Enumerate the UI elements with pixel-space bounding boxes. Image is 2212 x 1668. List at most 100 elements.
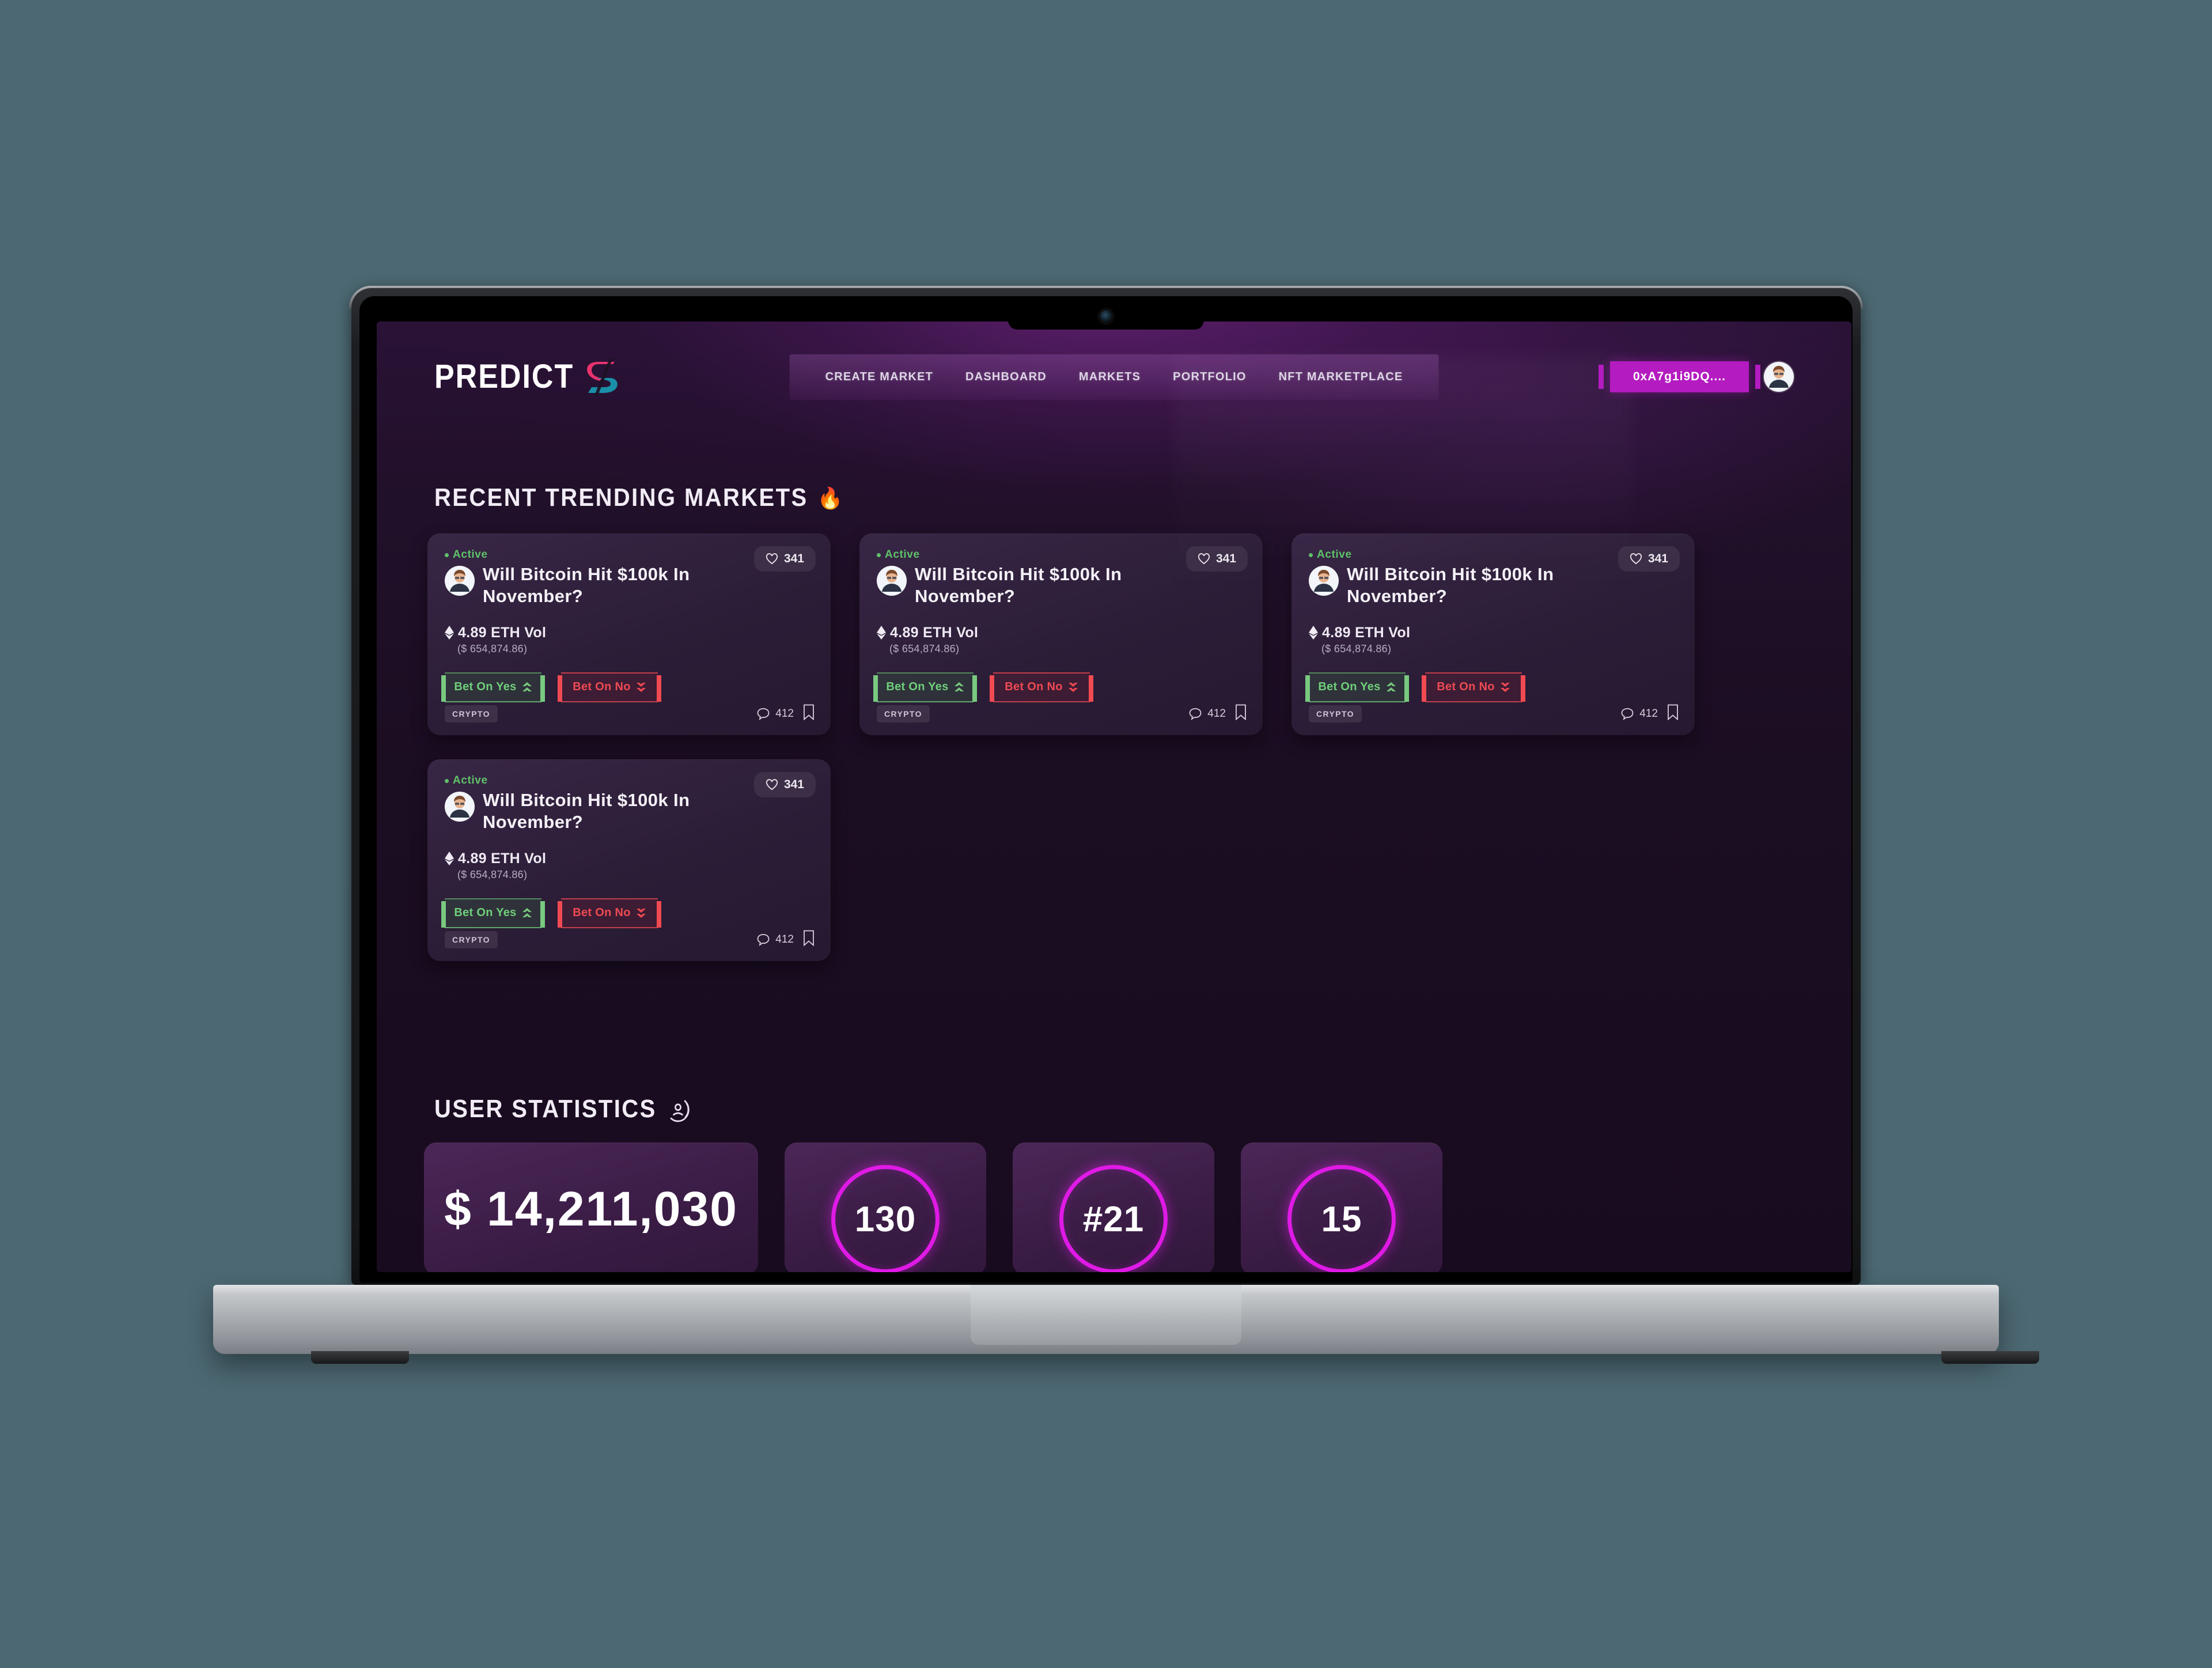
stat-markets-count: 130	[785, 1143, 986, 1272]
comment-count[interactable]: 412	[756, 933, 794, 947]
laptop-device: PREDICT CREATE MARKET DASHBOARD MARKETS …	[213, 286, 2039, 1364]
like-count: 341	[783, 778, 804, 791]
market-footer-actions: 412	[1188, 704, 1247, 724]
bet-on-yes-button[interactable]: Bet On Yes	[441, 672, 545, 702]
comment-count[interactable]: 412	[1620, 707, 1658, 721]
market-title: Will Bitcoin Hit $100k In November?	[1347, 564, 1554, 606]
markets-count-value: 130	[854, 1199, 916, 1239]
bet-on-yes-label: Bet On Yes	[1318, 680, 1381, 694]
bet-on-no-button[interactable]: Bet On No	[990, 672, 1093, 702]
laptop-foot-left	[311, 1351, 409, 1364]
nav-item-portfolio[interactable]: PORTFOLIO	[1157, 366, 1262, 388]
bookmark-icon[interactable]	[1667, 704, 1679, 724]
like-badge[interactable]: 341	[1618, 546, 1680, 572]
chevron-down-icon	[636, 907, 646, 919]
bet-on-yes-button[interactable]: Bet On Yes	[441, 898, 545, 928]
market-volume-eth-value: 4.89 ETH Vol	[1322, 624, 1411, 641]
bookmark-icon[interactable]	[803, 704, 815, 724]
bet-on-no-button[interactable]: Bet On No	[558, 898, 661, 928]
bet-button-row: Bet On Yes Bet On No	[441, 898, 813, 928]
bookmark-icon[interactable]	[803, 930, 815, 950]
total-volume-value: $ 14,211,030	[444, 1181, 738, 1236]
chevron-up-icon	[522, 682, 532, 693]
bet-on-yes-button[interactable]: Bet On Yes	[1305, 672, 1409, 702]
market-volume-block: 4.89 ETH Vol ($ 654,874.86)	[445, 850, 813, 881]
like-badge[interactable]: 341	[753, 546, 816, 572]
market-category-tag[interactable]: CRYPTO	[877, 705, 930, 723]
chevron-down-icon	[636, 682, 646, 693]
chevron-down-icon	[1068, 682, 1078, 693]
bet-on-yes-label: Bet On Yes	[886, 680, 949, 694]
bet-button-row: Bet On Yes Bet On No	[1305, 672, 1677, 702]
user-avatar[interactable]	[1764, 362, 1794, 392]
like-badge[interactable]: 341	[1185, 546, 1248, 572]
market-category-tag[interactable]: CRYPTO	[445, 931, 498, 948]
nav-item-dashboard[interactable]: DASHBOARD	[949, 366, 1063, 388]
status-dot-icon	[445, 778, 449, 783]
markets-count-ring: 130	[831, 1165, 940, 1272]
like-badge[interactable]: 341	[753, 772, 816, 797]
market-status-label: Active	[885, 549, 920, 561]
market-card[interactable]: Active Will Bitcoin Hit $100k In Novembe…	[859, 534, 1263, 735]
status-dot-icon	[445, 553, 449, 557]
market-card-footer: CRYPTO 412	[1309, 704, 1679, 724]
comment-count[interactable]: 412	[756, 707, 794, 721]
bet-on-yes-button[interactable]: Bet On Yes	[873, 672, 977, 702]
market-category-tag[interactable]: CRYPTO	[1309, 705, 1362, 723]
bet-button-row: Bet On Yes Bet On No	[873, 672, 1245, 702]
bet-on-no-label: Bet On No	[573, 906, 631, 920]
laptop-lid: PREDICT CREATE MARKET DASHBOARD MARKETS …	[351, 288, 1861, 1285]
app-page: PREDICT CREATE MARKET DASHBOARD MARKETS …	[377, 322, 1851, 1272]
comment-count[interactable]: 412	[1188, 707, 1226, 721]
market-status-label: Active	[453, 549, 488, 561]
laptop-foot-right	[1941, 1351, 2039, 1364]
market-card-footer: CRYPTO 412	[877, 704, 1247, 724]
market-volume-eth-value: 4.89 ETH Vol	[890, 624, 979, 641]
stat-rank: #21	[1013, 1143, 1214, 1272]
bookmark-icon[interactable]	[1235, 704, 1247, 724]
market-title: Will Bitcoin Hit $100k In November?	[483, 790, 690, 832]
market-volume-usd: ($ 654,874.86)	[457, 868, 528, 880]
market-card[interactable]: Active Will Bitcoin Hit $100k In Novembe…	[1291, 534, 1695, 735]
rank-ring: #21	[1059, 1165, 1168, 1272]
rank-value: #21	[1082, 1199, 1145, 1239]
market-volume-usd: ($ 654,874.86)	[457, 642, 528, 655]
badges-value: 15	[1321, 1199, 1362, 1239]
user-statistics-title-text: USER STATISTICS	[434, 1095, 657, 1123]
webcam-notch	[1008, 296, 1204, 330]
market-title: Will Bitcoin Hit $100k In November?	[915, 564, 1122, 606]
market-footer-actions: 412	[1620, 704, 1679, 724]
like-count: 341	[1647, 552, 1668, 565]
brand-logo[interactable]: PREDICT	[434, 358, 621, 395]
stat-badges: 15	[1241, 1143, 1442, 1272]
market-volume-eth-value: 4.89 ETH Vol	[458, 850, 547, 867]
comment-count-value: 412	[775, 708, 794, 720]
market-footer-actions: 412	[756, 930, 815, 950]
chevron-down-icon	[1500, 682, 1510, 693]
trending-title-text: RECENT TRENDING MARKETS	[434, 484, 808, 512]
market-creator-avatar	[445, 792, 475, 822]
market-footer-actions: 412	[756, 704, 815, 724]
market-card[interactable]: Active Will Bitcoin Hit $100k In Novembe…	[427, 759, 831, 961]
screen-bezel: PREDICT CREATE MARKET DASHBOARD MARKETS …	[359, 296, 1853, 1283]
status-dot-icon	[1309, 553, 1313, 557]
stat-total-volume: $ 14,211,030	[424, 1143, 758, 1272]
chevron-up-icon	[1386, 682, 1396, 693]
bet-on-no-button[interactable]: Bet On No	[1422, 672, 1525, 702]
market-card[interactable]: Active Will Bitcoin Hit $100k In Novembe…	[427, 534, 831, 735]
like-count: 341	[783, 552, 804, 565]
bet-on-no-label: Bet On No	[573, 680, 631, 694]
webcam-icon	[1100, 310, 1112, 323]
bet-on-no-button[interactable]: Bet On No	[558, 672, 661, 702]
nav-item-nft-marketplace[interactable]: NFT MARKETPLACE	[1263, 366, 1419, 388]
nav-item-create-market[interactable]: CREATE MARKET	[809, 366, 949, 388]
user-statistics-title: USER STATISTICS	[434, 1095, 690, 1124]
wallet-address-button[interactable]: 0xA7g1i9DQ....	[1598, 361, 1761, 392]
market-volume-eth: 4.89 ETH Vol	[877, 625, 1245, 641]
fire-icon: 🔥	[817, 486, 844, 510]
nav-item-markets[interactable]: MARKETS	[1063, 366, 1157, 388]
like-count: 341	[1215, 552, 1236, 565]
market-category-tag[interactable]: CRYPTO	[445, 705, 498, 723]
market-status-label: Active	[1317, 549, 1352, 561]
market-volume-eth: 4.89 ETH Vol	[1309, 625, 1677, 641]
